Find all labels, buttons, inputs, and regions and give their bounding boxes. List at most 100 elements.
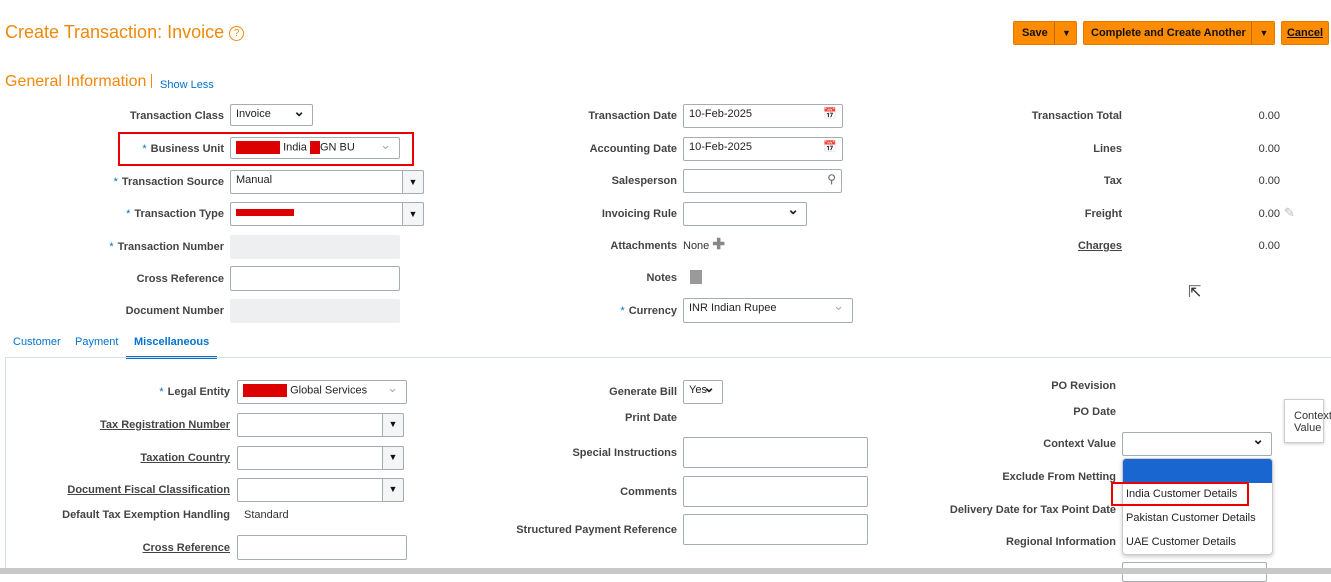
salesperson-label: Salesperson [611,175,677,187]
search-icon[interactable]: ⚲ [827,172,836,186]
add-attachment-icon[interactable]: ✚ [712,236,725,253]
print-date-label: Print Date [625,412,677,424]
legal-entity-value: Global Services [290,384,368,397]
transaction-number-field [230,235,400,259]
document-fiscal-classification-combobox[interactable]: ▼ [237,478,404,502]
context-value-tooltip: Context Value [1284,399,1331,443]
context-value-select[interactable] [1122,431,1272,456]
dropdown-option-blank[interactable] [1123,459,1272,483]
context-value-label: Context Value [1043,438,1116,450]
attachments-label: Attachments [610,240,677,252]
redaction [236,141,280,154]
complete-menu-icon[interactable]: ▼ [1251,22,1276,44]
po-revision-label: PO Revision [1051,380,1116,392]
currency-select[interactable]: INR Indian Rupee [683,298,853,323]
transaction-type-label-text: Transaction Type [134,208,224,220]
document-number-field [230,299,400,323]
lines-value: 0.00 [1258,143,1280,155]
business-unit-select[interactable]: India GN BU [230,137,400,159]
transaction-date-label: Transaction Date [588,110,677,122]
tab-miscellaneous[interactable]: Miscellaneous [126,336,218,359]
generate-bill-label: Generate Bill [609,386,677,398]
notes-icon[interactable] [690,270,702,284]
page-title-text: Create Transaction: Invoice [5,22,225,42]
transaction-source-combobox[interactable]: Manual ▼ [230,170,424,194]
tab-customer[interactable]: Customer [13,336,61,354]
taxation-country-combobox[interactable]: ▼ [237,446,404,470]
accounting-date-input[interactable]: 10-Feb-2025 📅 [683,137,843,161]
transaction-type-combobox[interactable]: ▼ [230,202,424,226]
structured-payment-reference-textarea[interactable] [683,514,868,545]
redaction [236,208,294,216]
comments-textarea[interactable] [683,476,868,507]
attachments-none: None [683,240,710,252]
generate-bill-select[interactable]: Yes [683,379,723,404]
currency-value: INR Indian Rupee [689,302,777,314]
transaction-source-value: Manual [236,174,273,186]
tax-registration-number-label: Tax Registration Number [100,419,230,431]
transaction-class-label: Transaction Class [129,110,224,122]
save-button[interactable]: Save ▼ [1013,21,1077,45]
page-title: Create Transaction: Invoice ? [5,22,245,43]
currency-label: * Currency [620,305,677,317]
notes-label: Notes [646,272,677,284]
horizontal-scrollbar[interactable] [0,568,1331,574]
transaction-type-label: * Transaction Type [126,208,224,220]
dropdown-arrow-icon[interactable]: ▼ [382,413,404,437]
dropdown-arrow-icon[interactable]: ▼ [382,446,404,470]
charges-link[interactable]: Charges [960,240,1122,252]
transaction-class-select[interactable]: Invoice [230,103,313,126]
default-tax-exemption-label: Default Tax Exemption Handling [62,509,230,521]
business-unit-label-text: Business Unit [150,143,224,155]
complete-label: Complete and Create Another [1091,27,1246,39]
lines-label: Lines [1093,143,1122,155]
cross-reference-misc-input[interactable] [237,535,407,560]
calendar-icon[interactable]: 📅 [823,140,837,153]
section-title: General Information [5,73,147,90]
dropdown-option[interactable]: Pakistan Customer Details [1126,512,1256,524]
legal-entity-label: * Legal Entity [159,386,230,398]
generate-bill-value: Yes [689,384,707,396]
dropdown-arrow-icon[interactable]: ▼ [402,202,424,226]
structured-payment-reference-label: Structured Payment Reference [516,524,677,536]
tax-registration-number-combobox[interactable]: ▼ [237,413,404,437]
salesperson-input[interactable]: ⚲ [683,169,842,193]
tax-value: 0.00 [1258,175,1280,187]
currency-label-text: Currency [628,305,677,317]
invoicing-rule-label: Invoicing Rule [601,208,677,220]
business-unit-part: India [283,141,307,154]
redaction [243,384,287,397]
highlight-box [1111,482,1249,506]
save-menu-icon[interactable]: ▼ [1054,22,1078,44]
exclude-from-netting-label: Exclude From Netting [1002,471,1116,483]
cross-reference-input[interactable] [230,266,400,291]
dropdown-option[interactable]: UAE Customer Details [1126,536,1236,548]
special-instructions-label: Special Instructions [572,447,677,459]
calendar-icon[interactable]: 📅 [823,107,837,120]
comments-label: Comments [620,486,677,498]
dropdown-arrow-icon[interactable]: ▼ [382,478,404,502]
invoicing-rule-select[interactable] [683,201,807,226]
business-unit-label: * Business Unit [142,143,224,155]
cross-reference-misc-label: Cross Reference [142,542,230,554]
transaction-number-label: * Transaction Number [109,241,224,253]
complete-create-another-button[interactable]: Complete and Create Another ▼ [1083,21,1275,45]
regional-information-label: Regional Information [1006,536,1116,548]
edit-pencil-icon[interactable]: ✎ [1284,205,1295,221]
show-less-link[interactable]: Show Less [160,79,214,91]
special-instructions-textarea[interactable] [683,437,868,468]
cancel-button[interactable]: Cancel [1281,21,1329,45]
transaction-date-input[interactable]: 10-Feb-2025 📅 [683,104,843,128]
po-date-label: PO Date [1073,406,1116,418]
legal-entity-select[interactable]: Global Services [237,380,407,404]
accounting-date-value: 10-Feb-2025 [689,141,752,153]
tab-payment[interactable]: Payment [75,336,118,354]
default-tax-exemption-value: Standard [244,509,289,521]
delivery-date-tax-point-label: Delivery Date for Tax Point Date [949,504,1116,516]
dropdown-arrow-icon[interactable]: ▼ [402,170,424,194]
transaction-total-value: 0.00 [1258,110,1280,122]
tax-label: Tax [1103,175,1122,187]
freight-value: 0.00 [1258,208,1280,220]
document-fiscal-classification-label: Document Fiscal Classification [67,484,230,496]
help-icon[interactable]: ? [229,25,245,41]
